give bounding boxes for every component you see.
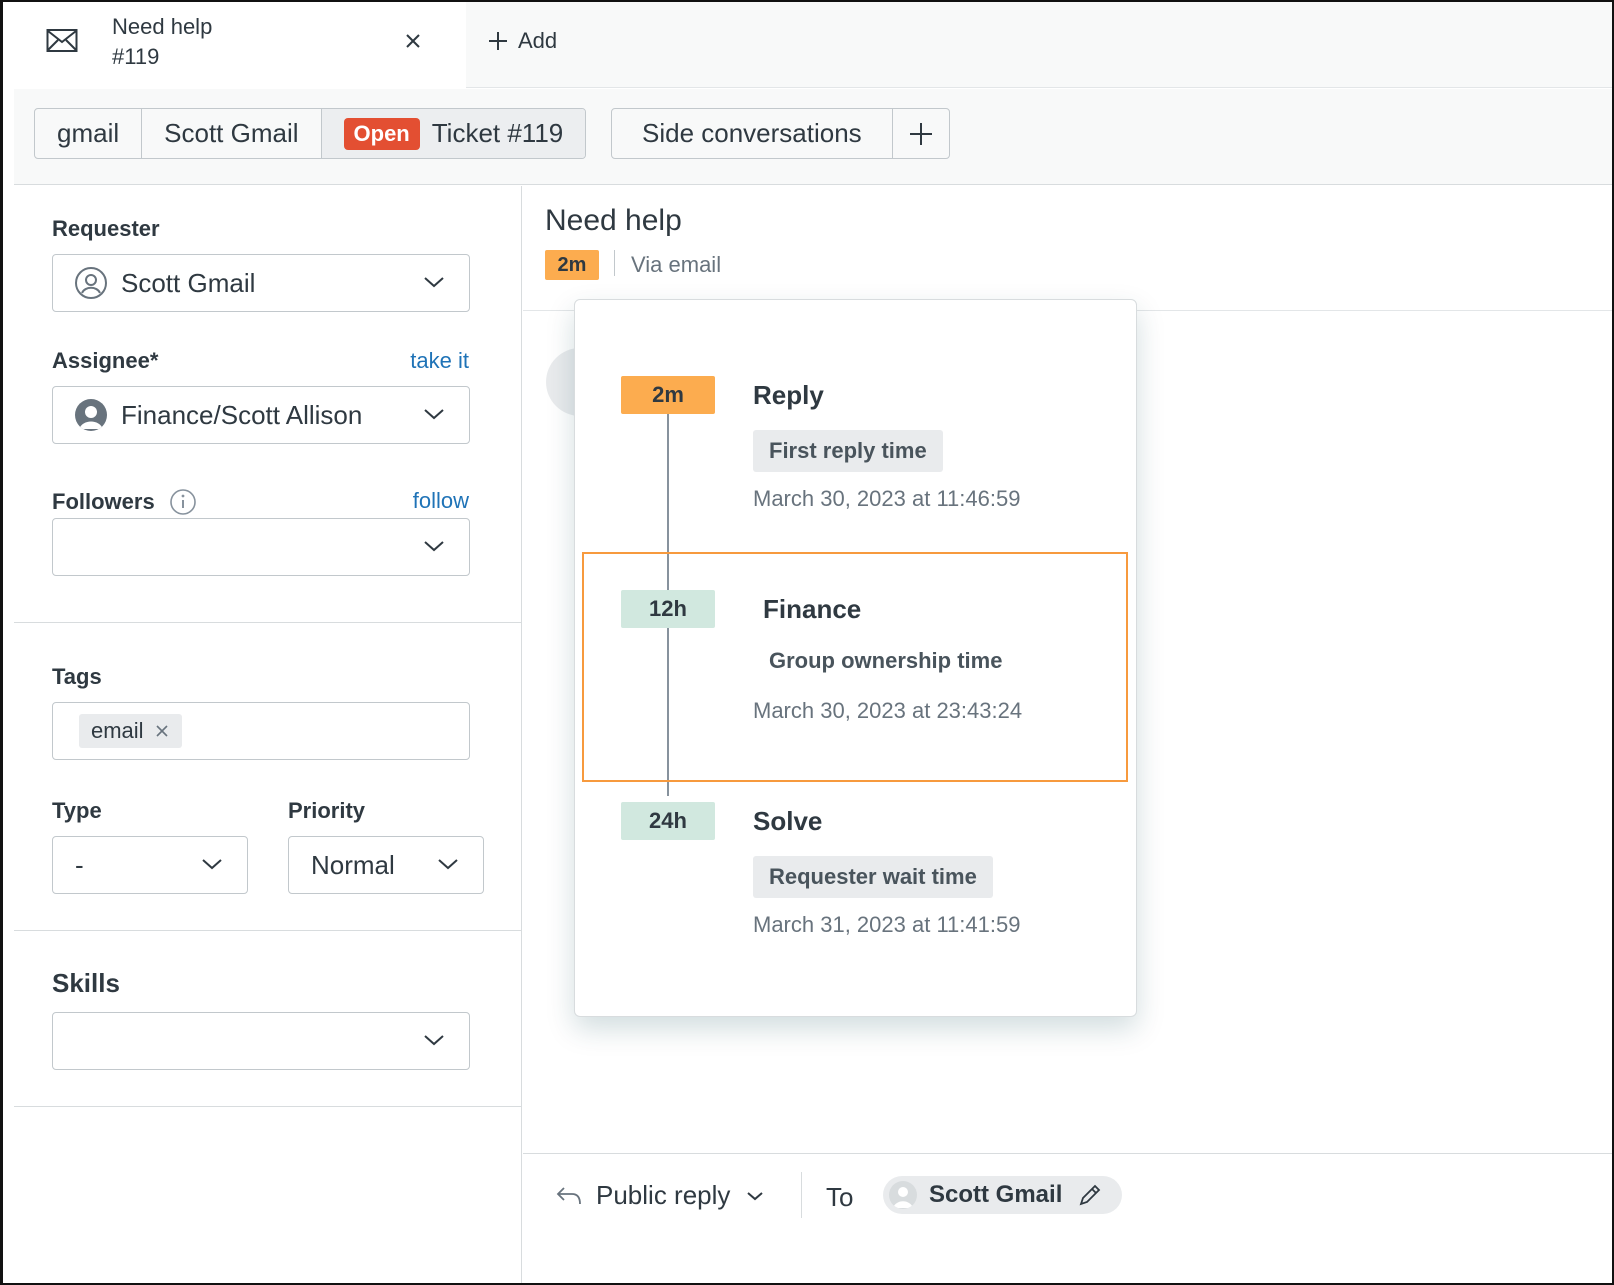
metric-title-solve: Solve — [753, 806, 822, 837]
separator — [801, 1172, 802, 1218]
plus-icon — [909, 122, 933, 146]
tags-label: Tags — [52, 664, 102, 690]
priority-label: Priority — [288, 798, 365, 824]
reply-divider — [523, 1153, 1612, 1154]
section-divider — [14, 622, 522, 623]
followers-field[interactable] — [52, 518, 470, 576]
breadcrumb-requester[interactable]: Scott Gmail — [142, 109, 321, 158]
pencil-icon[interactable] — [1076, 1181, 1104, 1209]
breadcrumb: gmail Scott Gmail Open Ticket #119 — [34, 108, 586, 159]
recipient-name: Scott Gmail — [929, 1181, 1062, 1209]
chevron-down-icon — [423, 407, 445, 421]
reply-type-label: Public reply — [596, 1180, 730, 1211]
type-field[interactable]: - — [52, 836, 248, 894]
skills-field[interactable] — [52, 1012, 470, 1070]
plus-icon — [488, 31, 508, 51]
metric-title-finance: Finance — [763, 594, 861, 625]
sla-badge[interactable]: 2m — [545, 250, 599, 280]
to-label: To — [826, 1182, 853, 1213]
ticket-tab-title: Need help — [112, 14, 212, 40]
followers-label: Followers — [52, 489, 155, 515]
assignee-field[interactable]: Finance/Scott Allison — [52, 386, 470, 444]
requester-value: Scott Gmail — [121, 268, 255, 299]
chevron-down-icon — [423, 1033, 445, 1047]
tags-field[interactable]: email — [52, 702, 470, 760]
ticket-tab[interactable]: Need help #119 — [14, 2, 466, 90]
tag-label: email — [91, 718, 144, 744]
info-icon[interactable] — [169, 488, 197, 516]
metric-type-reply: First reply time — [753, 430, 943, 472]
ticket-label: Ticket #119 — [432, 118, 564, 149]
breadcrumb-organization[interactable]: gmail — [35, 109, 142, 158]
ticket-tab-number: #119 — [112, 44, 159, 70]
mail-icon — [46, 28, 78, 59]
assignee-value: Finance/Scott Allison — [121, 400, 362, 431]
chevron-down-icon — [437, 857, 459, 871]
top-tab-bar: Need help #119 Add — [14, 2, 1612, 88]
breadcrumb-ticket[interactable]: Open Ticket #119 — [322, 109, 586, 158]
metric-date-finance: March 30, 2023 at 23:43:24 — [753, 698, 1022, 724]
metric-type-solve: Requester wait time — [753, 856, 993, 898]
priority-field[interactable]: Normal — [288, 836, 484, 894]
tag-pill: email — [79, 714, 182, 748]
metric-type-finance: Group ownership time — [753, 640, 1018, 682]
add-tab-button[interactable]: Add — [488, 28, 557, 54]
channel-label: Via email — [631, 252, 721, 278]
skills-label: Skills — [52, 968, 120, 999]
requester-field[interactable]: Scott Gmail — [52, 254, 470, 312]
sla-badge-solve: 24h — [621, 802, 715, 840]
breadcrumb-row: gmail Scott Gmail Open Ticket #119 Side … — [14, 89, 1612, 185]
close-icon[interactable] — [154, 723, 170, 739]
chevron-down-icon — [201, 857, 223, 871]
chevron-down-icon — [423, 275, 445, 289]
user-icon — [75, 399, 107, 431]
status-badge: Open — [344, 118, 420, 150]
priority-value: Normal — [311, 850, 395, 881]
type-label: Type — [52, 798, 102, 824]
section-divider — [14, 930, 522, 931]
metric-date-reply: March 30, 2023 at 11:46:59 — [753, 486, 1020, 512]
separator — [614, 250, 615, 276]
requester-label: Requester — [52, 216, 160, 242]
metric-date-solve: March 31, 2023 at 11:41:59 — [753, 912, 1020, 938]
assignee-label: Assignee* — [52, 348, 158, 374]
side-conversations-button[interactable]: Side conversations — [612, 109, 892, 158]
close-icon[interactable] — [402, 30, 424, 58]
sla-popover: 2m Reply First reply time March 30, 2023… — [574, 299, 1137, 1017]
add-tab-label: Add — [518, 28, 557, 54]
metric-title-reply: Reply — [753, 380, 824, 411]
chevron-down-icon — [746, 1190, 764, 1202]
user-icon — [75, 267, 107, 299]
reply-type-selector[interactable]: Public reply — [556, 1180, 764, 1211]
add-side-conversation-button[interactable] — [892, 109, 949, 158]
sla-badge-reply: 2m — [621, 376, 715, 414]
side-conversations-group: Side conversations — [611, 108, 950, 159]
recipient-pill[interactable]: Scott Gmail — [883, 1176, 1122, 1214]
user-icon — [889, 1181, 917, 1209]
followers-label-row: Followers — [52, 488, 197, 516]
sla-badge-finance: 12h — [621, 590, 715, 628]
type-value: - — [75, 850, 84, 881]
chevron-down-icon — [423, 539, 445, 553]
ticket-properties-panel: Requester Scott Gmail Assignee* take it … — [14, 186, 522, 1283]
section-divider — [14, 1106, 522, 1107]
reply-arrow-icon — [556, 1185, 582, 1207]
follow-link[interactable]: follow — [413, 488, 469, 514]
take-it-link[interactable]: take it — [410, 348, 469, 374]
conversation-title: Need help — [545, 204, 682, 238]
